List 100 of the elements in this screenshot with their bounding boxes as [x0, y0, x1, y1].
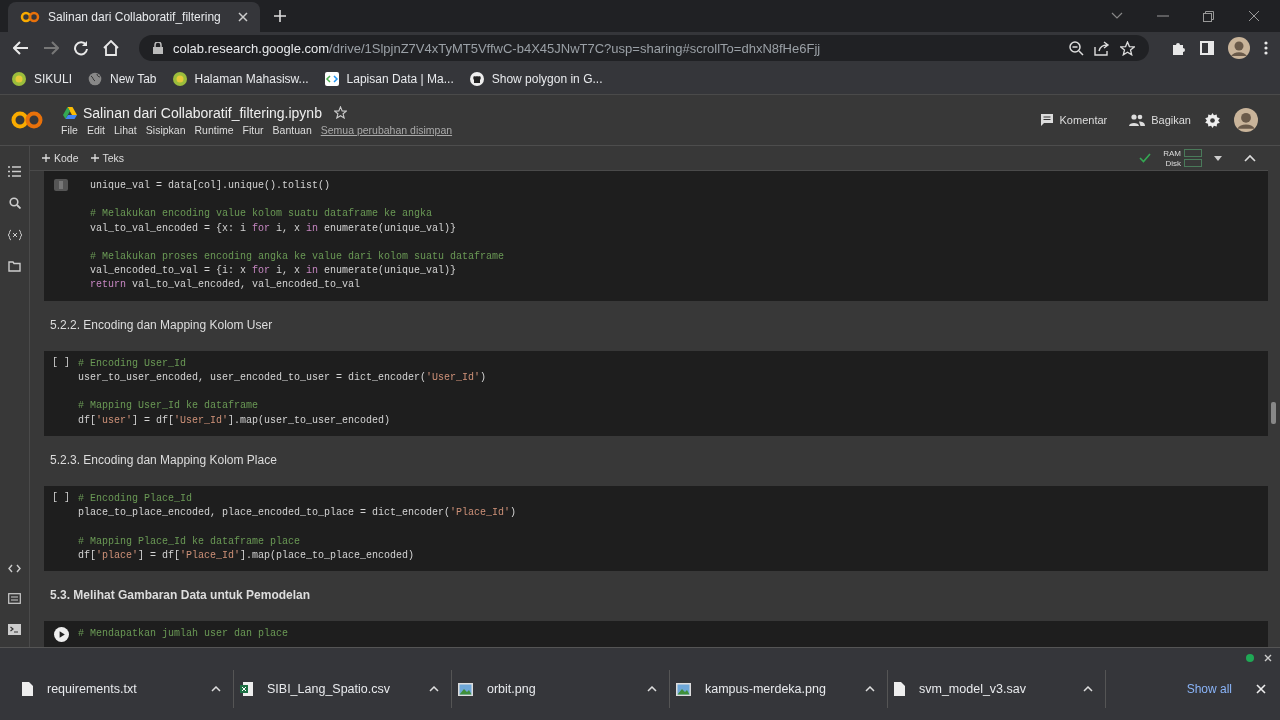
code-line: # Encoding User_Id [78, 356, 188, 371]
chevron-up-icon[interactable] [211, 686, 221, 692]
share-icon[interactable] [1094, 40, 1110, 56]
code-line: val_encoded_to_val = {i: x for i, x in enumerate(unique_val)} [90, 264, 458, 279]
comment-icon [1039, 113, 1054, 127]
menu-item[interactable]: Bantuan [272, 123, 312, 136]
add-code-button[interactable]: Kode [42, 152, 79, 164]
section-heading: 5.3. Melihat Gambaran Data untuk Pemodelan [49, 587, 312, 605]
code-line: # Melakukan proses encoding angka ke value dari kolom suatu dataframe [90, 249, 505, 264]
bookmark[interactable]: Lapisan Data | Ma... [324, 72, 454, 86]
restore-icon[interactable] [1203, 10, 1214, 22]
code-icon [324, 72, 339, 86]
chevron-down-icon[interactable] [1111, 12, 1123, 20]
code-line: place_to_place_encoded, place_encoded_to_place = dict_encoder('Place_Id') [78, 506, 517, 521]
download-item[interactable]: requirements.txt [16, 670, 234, 708]
drive-icon [63, 106, 77, 119]
globe-icon [88, 72, 102, 86]
bookmark[interactable]: Halaman Mahasisw... [172, 72, 309, 86]
url-text: colab.research.google.com/drive/1SlpjnZ7V4xTyMT5VffwC-b4X45JNwT7C?usp=sharing#scrollTo=dhxN8fHe6Fjj [173, 40, 821, 56]
chevron-up-icon[interactable] [429, 686, 439, 692]
side-panel-icon[interactable] [1200, 41, 1214, 55]
download-item[interactable]: orbit.png [452, 670, 670, 708]
image-icon [676, 682, 691, 696]
close-icon[interactable] [1248, 10, 1260, 22]
code-line: # Mendapatkan jumlah user dan place [78, 627, 289, 642]
back-icon[interactable] [13, 41, 29, 55]
download-item[interactable]: SIBI_Lang_Spatio.csv [234, 670, 452, 708]
close-icon[interactable] [1264, 654, 1272, 662]
bookmark[interactable]: SIKULI [12, 72, 72, 86]
bookmark[interactable]: Show polygon in G... [469, 72, 603, 86]
settings-icon[interactable] [1205, 112, 1220, 128]
puzzle-icon[interactable] [1171, 40, 1186, 56]
menu-item[interactable]: Sisipkan [145, 123, 186, 136]
code-line: return val_to_val_encoded, val_encoded_to_val [90, 278, 362, 293]
close-icon[interactable] [238, 12, 248, 22]
chevron-up-icon[interactable] [1083, 686, 1093, 692]
search-icon[interactable] [8, 197, 21, 209]
browser-tab[interactable]: Salinan dari Collaboratif_filtering [8, 2, 260, 32]
section-heading: 5.2.3. Encoding dan Mapping Kolom Place [49, 451, 278, 469]
status-dot [1246, 654, 1254, 662]
variables-icon[interactable] [6, 229, 23, 241]
avatar-icon[interactable] [1234, 108, 1258, 132]
menu-item[interactable]: Fitur [242, 123, 264, 136]
save-status-link[interactable]: Semua perubahan disimpan [320, 123, 453, 136]
star-icon[interactable] [333, 106, 347, 119]
show-all-link[interactable]: Show all [1186, 682, 1232, 696]
resource-meter[interactable]: RAM Disk [1163, 148, 1202, 168]
execution-count: [ ] [52, 356, 70, 368]
toc-icon[interactable] [8, 166, 21, 177]
address-bar[interactable]: colab.research.google.com/drive/1SlpjnZ7V4xTyMT5VffwC-b4X45JNwT7C?usp=sharing#scrollTo=dhxN8fHe6Fjj [139, 35, 1149, 61]
code-icon[interactable] [8, 564, 21, 573]
chevron-up-icon[interactable] [647, 686, 657, 692]
menu-item[interactable]: Edit [86, 123, 105, 136]
code-cell[interactable]: [ ] # Encoding Place_Id place_to_place_encoded, place_encoded_to_place = dict_encoder('Place_Id') # Mapping Place_Id ke dataframe place df['place'] = df['Place_Id'].map(place_to_place_encoded) [44, 485, 1268, 572]
seal-icon [172, 72, 187, 86]
run-button-icon[interactable] [53, 627, 69, 643]
tab-title: Salinan dari Collaboratif_filtering [48, 10, 222, 24]
code-line: # Melakukan encoding value kolom suatu dataframe ke angka [90, 207, 434, 222]
bookmark[interactable]: New Tab [88, 72, 157, 86]
reload-icon[interactable] [73, 40, 89, 56]
avatar-icon[interactable] [1228, 37, 1250, 59]
notebook-title[interactable]: Salinan dari Collaboratif_filtering.ipynb [83, 104, 322, 121]
folder-icon[interactable] [8, 261, 21, 272]
code-line: df['place'] = df['Place_Id'].map(place_to_place_encoded) [78, 548, 416, 563]
collapse-icon[interactable] [1244, 154, 1256, 162]
comment-button[interactable]: Komentar [1039, 113, 1108, 127]
scrollbar-thumb[interactable] [1271, 402, 1276, 424]
forward-icon[interactable] [43, 41, 59, 55]
share-button[interactable]: Bagikan [1129, 114, 1191, 126]
download-item[interactable]: kampus-merdeka.png [670, 670, 888, 708]
spreadsheet-icon [240, 682, 253, 696]
download-item[interactable]: svm_model_v3.sav [888, 670, 1106, 708]
code-line: # Mapping User_Id ke dataframe [78, 399, 260, 414]
code-cell[interactable] [44, 171, 1268, 301]
lock-icon [153, 42, 163, 54]
home-icon[interactable] [103, 40, 119, 56]
more-icon[interactable] [1264, 41, 1268, 55]
star-icon[interactable] [1120, 40, 1135, 56]
file-icon [894, 682, 905, 696]
snippets-icon[interactable] [8, 593, 21, 604]
plus-icon [90, 154, 99, 162]
menu-item[interactable]: File [61, 123, 78, 136]
plus-icon [42, 154, 50, 162]
code-line: df['user'] = df['User_Id'].map(user_to_user_encoded) [78, 413, 392, 428]
code-line: user_to_user_encoded, user_encoded_to_user = dict_encoder('User_Id') [78, 371, 487, 386]
zoom-out-icon[interactable] [1069, 40, 1084, 56]
section-heading: 5.2.2. Encoding dan Mapping Kolom User [49, 316, 274, 334]
code-line: # Encoding Place_Id [78, 491, 194, 506]
dropdown-icon[interactable] [1214, 155, 1222, 161]
menu-item[interactable]: Lihat [114, 123, 137, 136]
code-cell[interactable]: [ ] # Encoding User_Id user_to_user_encoded, user_encoded_to_user = dict_encoder('User_Id') # Mapping User_Id ke dataframe df['user'] = df['User_Id'].map(user_to_user_encoded) [44, 350, 1268, 436]
terminal-icon[interactable] [8, 624, 21, 635]
image-icon [458, 682, 473, 696]
colab-logo-icon[interactable] [11, 110, 43, 130]
menu-item[interactable]: Runtime [194, 123, 234, 136]
code-cell[interactable]: # Mendapatkan jumlah user dan place [44, 621, 1268, 647]
file-icon [22, 682, 33, 696]
new-tab-icon[interactable] [274, 10, 286, 22]
chevron-up-icon[interactable] [865, 686, 875, 692]
add-text-button[interactable]: Teks [90, 152, 125, 164]
